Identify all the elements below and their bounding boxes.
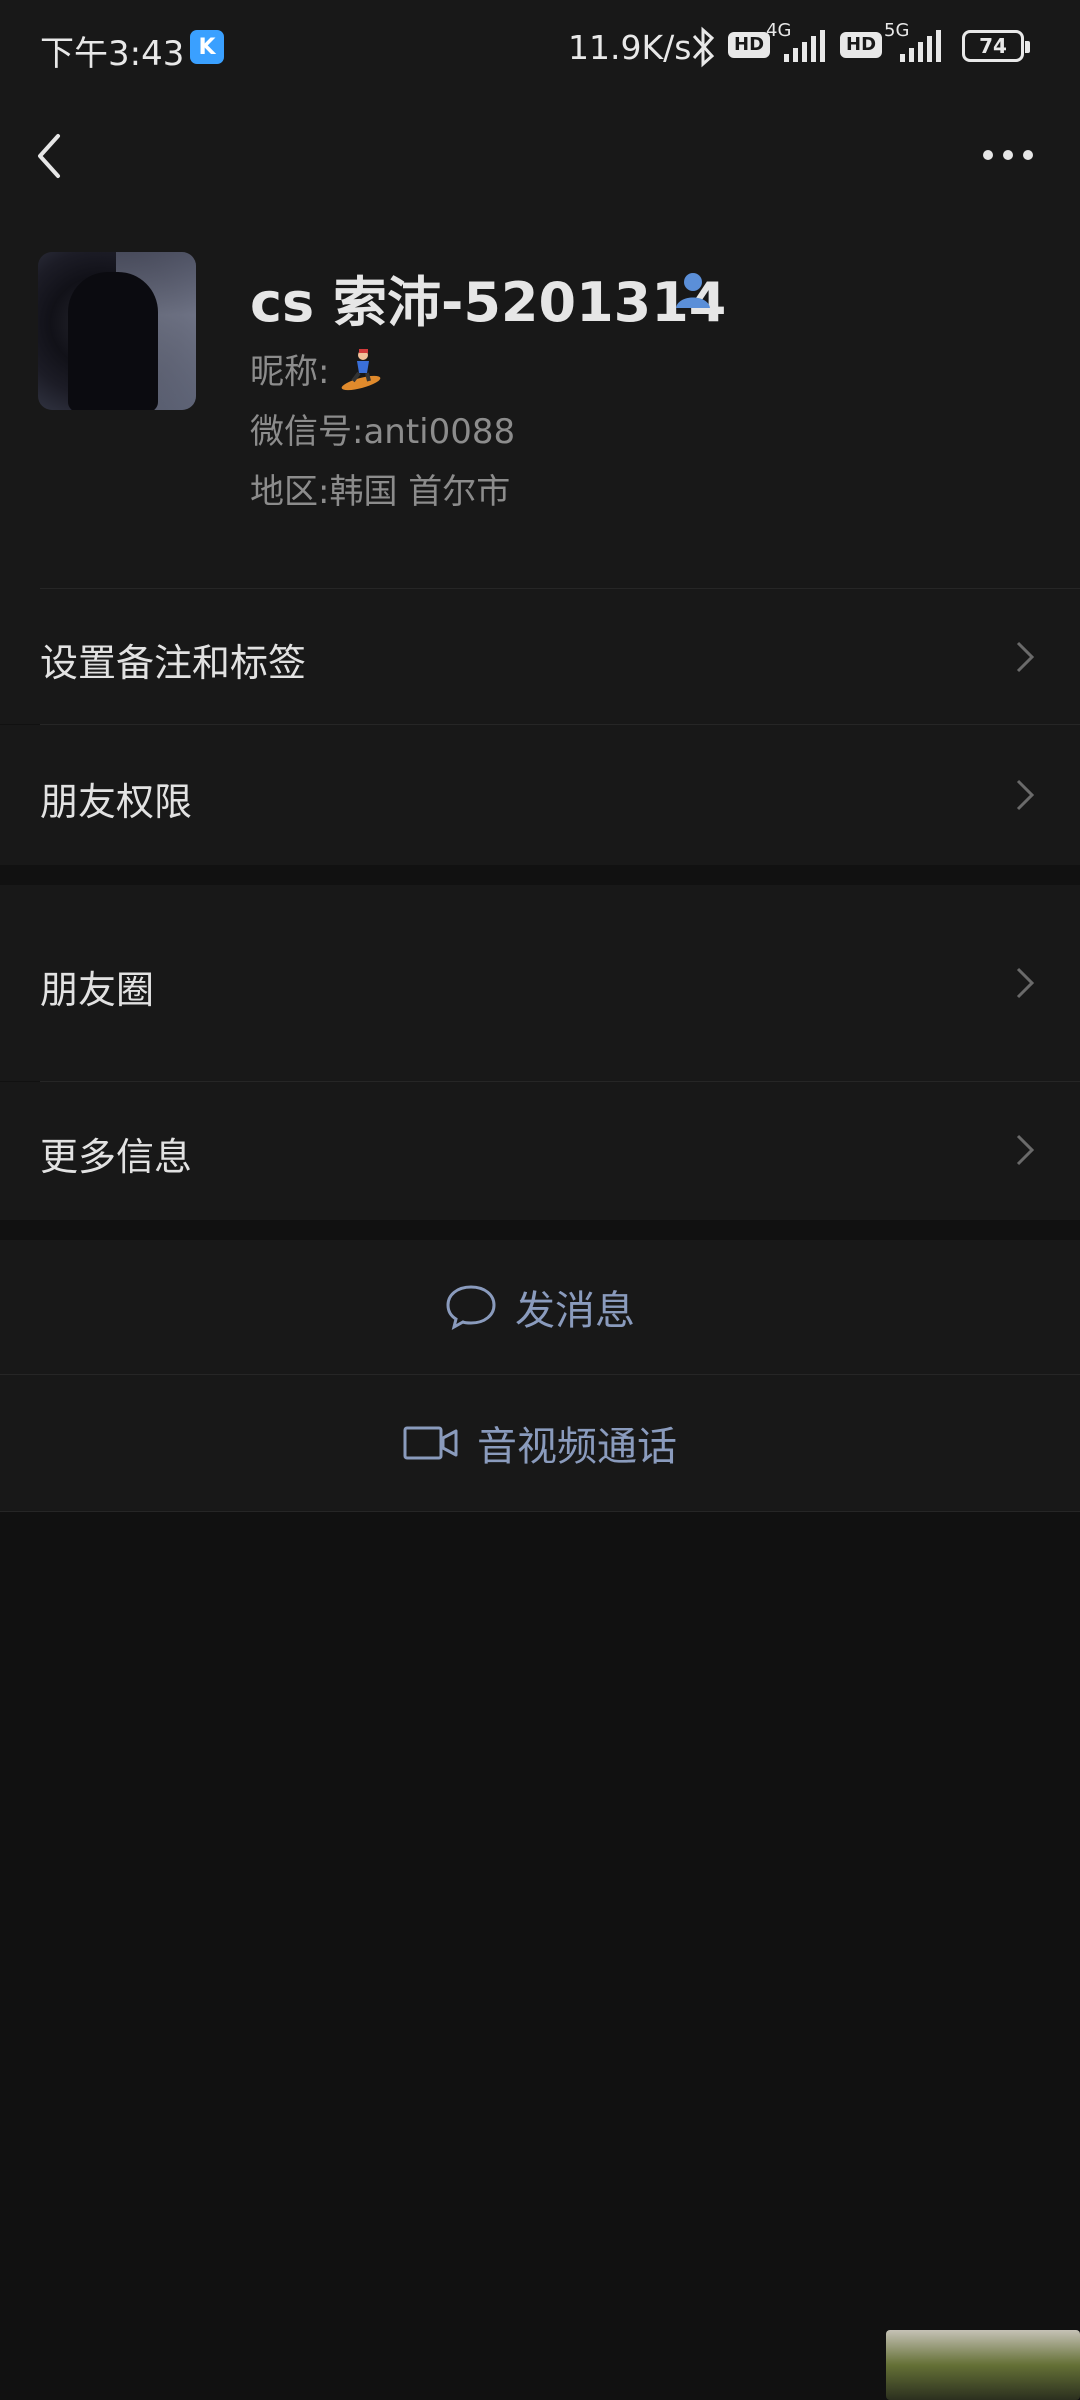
wechat-id: 微信号:anti0088	[250, 412, 516, 452]
display-name: cs 索沛-5201314	[250, 271, 727, 334]
app-notification-icon: K	[190, 30, 224, 64]
hd-badge: HD	[728, 32, 771, 58]
section-gap	[0, 865, 1080, 885]
chevron-right-icon	[1016, 779, 1035, 811]
set-remark-label: 设置备注和标签	[40, 641, 307, 685]
nickname-row: 昵称:	[250, 344, 383, 393]
status-time: 下午3:43	[40, 34, 185, 74]
more-options-icon[interactable]	[978, 140, 1038, 170]
region: 地区:韩国 首尔市	[250, 472, 511, 512]
bluetooth-icon	[692, 26, 715, 68]
avatar[interactable]	[38, 252, 196, 410]
divider	[0, 1511, 1080, 1512]
friend-permissions-row[interactable]: 朋友权限	[0, 725, 1080, 865]
divider	[40, 588, 1080, 589]
contact-person-icon	[676, 273, 710, 308]
chevron-right-icon	[1016, 641, 1035, 673]
more-info-label: 更多信息	[40, 1135, 193, 1179]
nickname-label: 昵称:	[250, 352, 330, 392]
more-info-row[interactable]: 更多信息	[0, 1082, 1080, 1220]
video-call-button[interactable]: 音视频通话	[0, 1375, 1080, 1511]
network-speed: 11.9K/s	[568, 28, 692, 67]
signal-icon-2	[900, 30, 941, 62]
back-arrow-icon[interactable]	[30, 128, 70, 184]
chevron-right-icon	[1016, 1134, 1035, 1166]
chat-bubble-icon	[446, 1285, 496, 1330]
watermark-logo	[886, 2330, 1080, 2400]
section-gap	[0, 1220, 1080, 1240]
video-call-label: 音视频通话	[477, 1424, 677, 1470]
video-camera-icon	[403, 1426, 458, 1460]
set-remark-tags-row[interactable]: 设置备注和标签	[0, 590, 1080, 724]
moments-label: 朋友圈	[40, 968, 155, 1012]
friend-permissions-label: 朋友权限	[40, 780, 193, 824]
signal-icon	[784, 30, 825, 62]
status-bar: 下午3:43 K 11.9K/s HD 4G HD 5G 74	[0, 0, 1080, 96]
send-message-label: 发消息	[515, 1288, 635, 1334]
hd-badge-2: HD	[840, 32, 883, 58]
snowboarder-icon	[342, 348, 381, 390]
chevron-right-icon	[1016, 967, 1035, 999]
send-message-button[interactable]: 发消息	[0, 1240, 1080, 1374]
battery-icon: 74	[962, 30, 1030, 62]
moments-row[interactable]: 朋友圈	[0, 885, 1080, 1081]
